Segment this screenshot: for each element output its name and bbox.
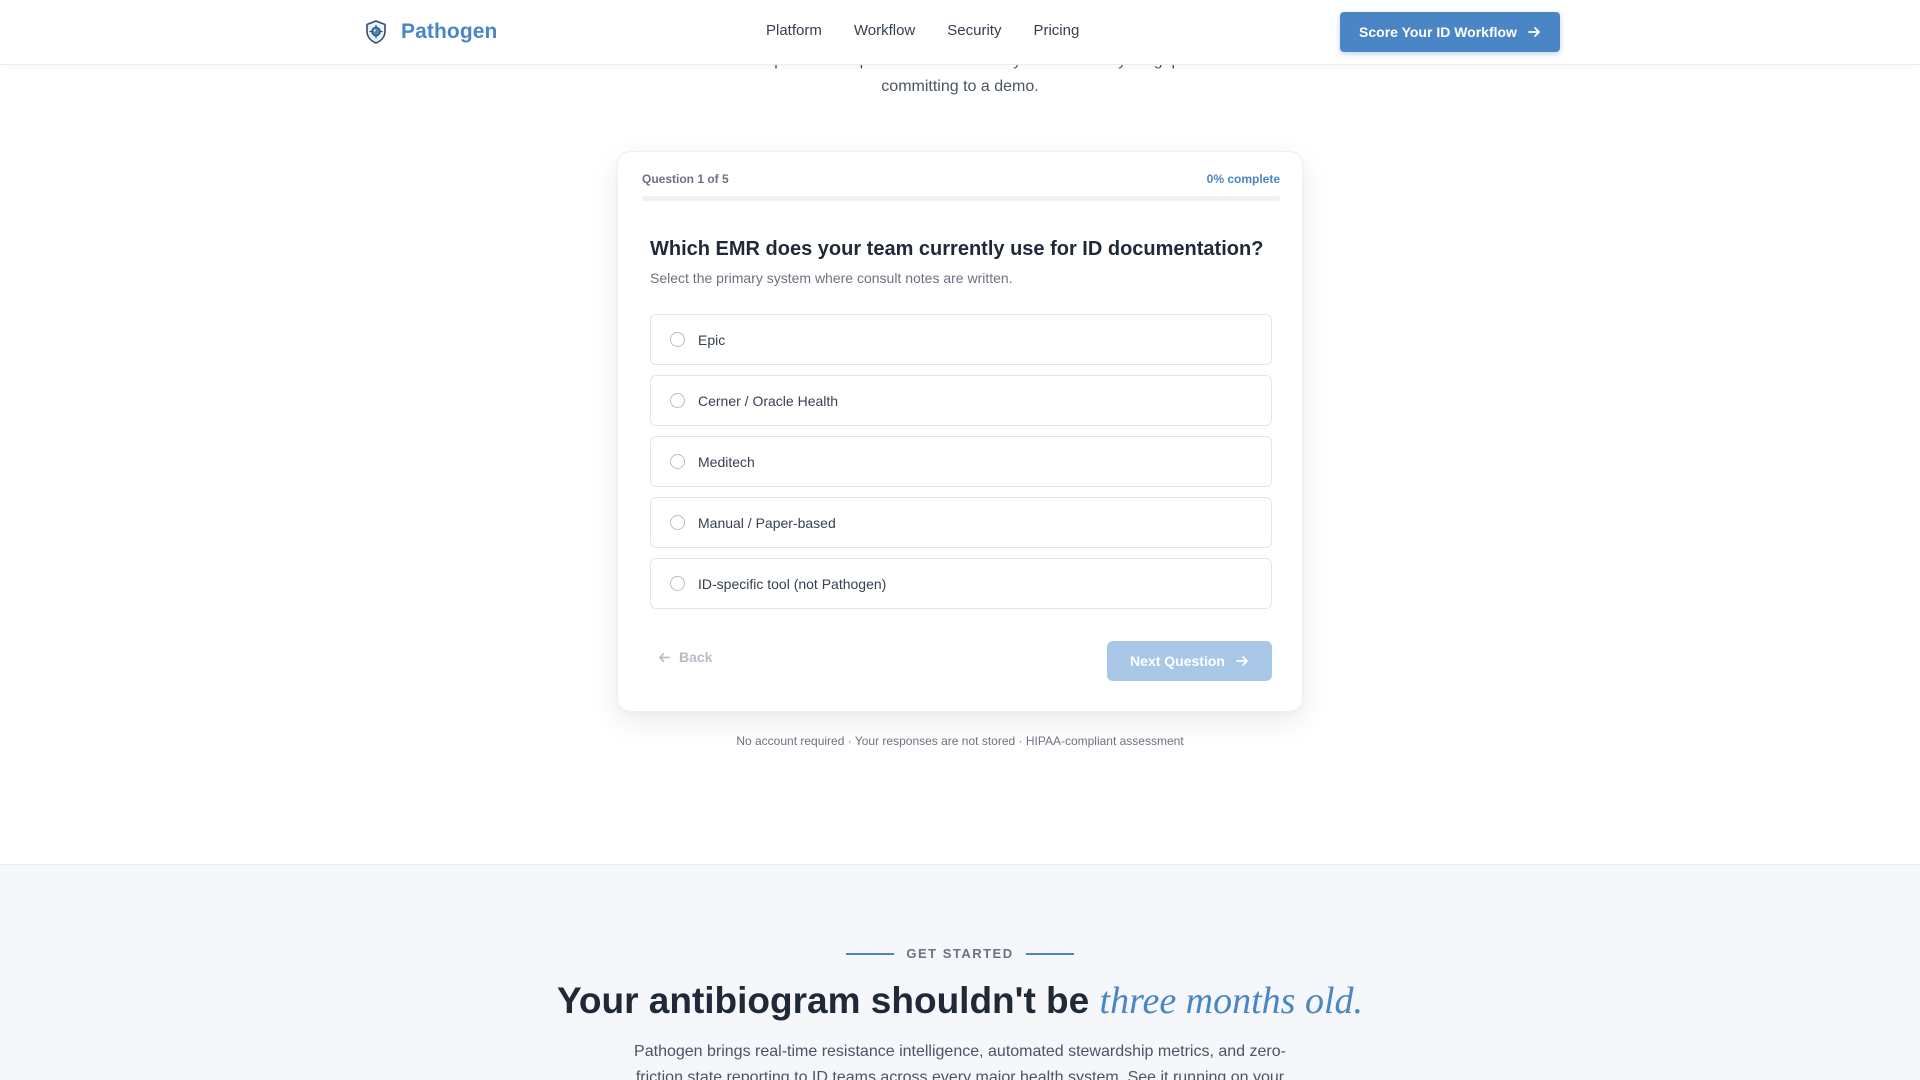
back-label: Back — [679, 649, 713, 665]
progress-header: Question 1 of 5 0% complete — [642, 172, 1280, 186]
radio-button[interactable] — [670, 515, 685, 530]
eyebrow-line — [846, 952, 895, 955]
section-body: Pathogen brings real-time resistance int… — [634, 1043, 1286, 1080]
option-cerner-oracle-health[interactable]: Cerner / Oracle Health — [650, 375, 1272, 426]
score-workflow-button[interactable]: Score Your ID Workflow — [1340, 12, 1560, 52]
eyebrow-line — [1025, 952, 1074, 955]
radio-button[interactable] — [670, 332, 685, 347]
brand[interactable]: Pathogen — [363, 18, 497, 46]
arrow-left-icon — [659, 652, 670, 662]
nav-workflow[interactable]: Workflow — [854, 22, 915, 39]
option-meditech[interactable]: Meditech — [650, 436, 1272, 487]
quiz-card: Question 1 of 5 0% complete Which EMR do… — [617, 151, 1303, 712]
headline-accent: three months old. — [1099, 980, 1364, 1022]
site-header: Pathogen Platform Workflow Security Pric… — [0, 0, 1920, 64]
section-eyebrow: GET STARTED — [0, 946, 1920, 961]
answer-options: Epic Cerner / Oracle Health Meditech Man… — [650, 314, 1272, 619]
option-label: Cerner / Oracle Health — [698, 392, 839, 409]
back-button[interactable]: Back — [658, 646, 712, 668]
nav-security[interactable]: Security — [947, 22, 1001, 39]
option-label: Meditech — [698, 453, 755, 470]
percent-complete: 0% complete — [1206, 172, 1280, 186]
question-counter: Question 1 of 5 — [642, 172, 729, 186]
nav-platform[interactable]: Platform — [766, 22, 822, 39]
option-label: Epic — [698, 331, 726, 348]
brand-name: Pathogen — [401, 20, 498, 43]
arrow-right-icon — [1236, 656, 1248, 666]
radio-button[interactable] — [670, 454, 685, 469]
radio-button[interactable] — [670, 576, 685, 591]
question-subtitle: Select the primary system where consult … — [650, 270, 1013, 286]
next-question-button[interactable]: Next Question — [1107, 641, 1272, 681]
eyebrow-text: GET STARTED — [906, 946, 1014, 961]
nav-pricing[interactable]: Pricing — [1033, 22, 1079, 39]
main-nav: Platform Workflow Security Pricing — [766, 22, 1079, 39]
privacy-footnote: No account required · Your responses are… — [736, 734, 1184, 748]
next-question-label: Next Question — [1130, 653, 1225, 669]
option-manual-paper[interactable]: Manual / Paper-based — [650, 497, 1272, 548]
score-workflow-label: Score Your ID Workflow — [1359, 24, 1517, 40]
headline-prefix: Your antibiogram shouldn't be — [556, 980, 1090, 1021]
option-label: Manual / Paper-based — [698, 514, 836, 531]
question-title: Which EMR does your team currently use f… — [650, 238, 1264, 260]
option-label: ID-specific tool (not Pathogen) — [698, 575, 887, 592]
radio-button[interactable] — [670, 393, 685, 408]
option-id-specific-tool[interactable]: ID-specific tool (not Pathogen) — [650, 558, 1272, 609]
shield-microbe-icon — [366, 20, 386, 44]
arrow-right-icon — [1528, 27, 1540, 37]
section-headline: Your antibiogram shouldn't be three mont… — [0, 977, 1920, 1025]
get-started-section: GET STARTED Your antibiogram shouldn't b… — [0, 864, 1920, 1080]
progress-bar — [642, 196, 1280, 201]
option-epic[interactable]: Epic — [650, 314, 1272, 365]
